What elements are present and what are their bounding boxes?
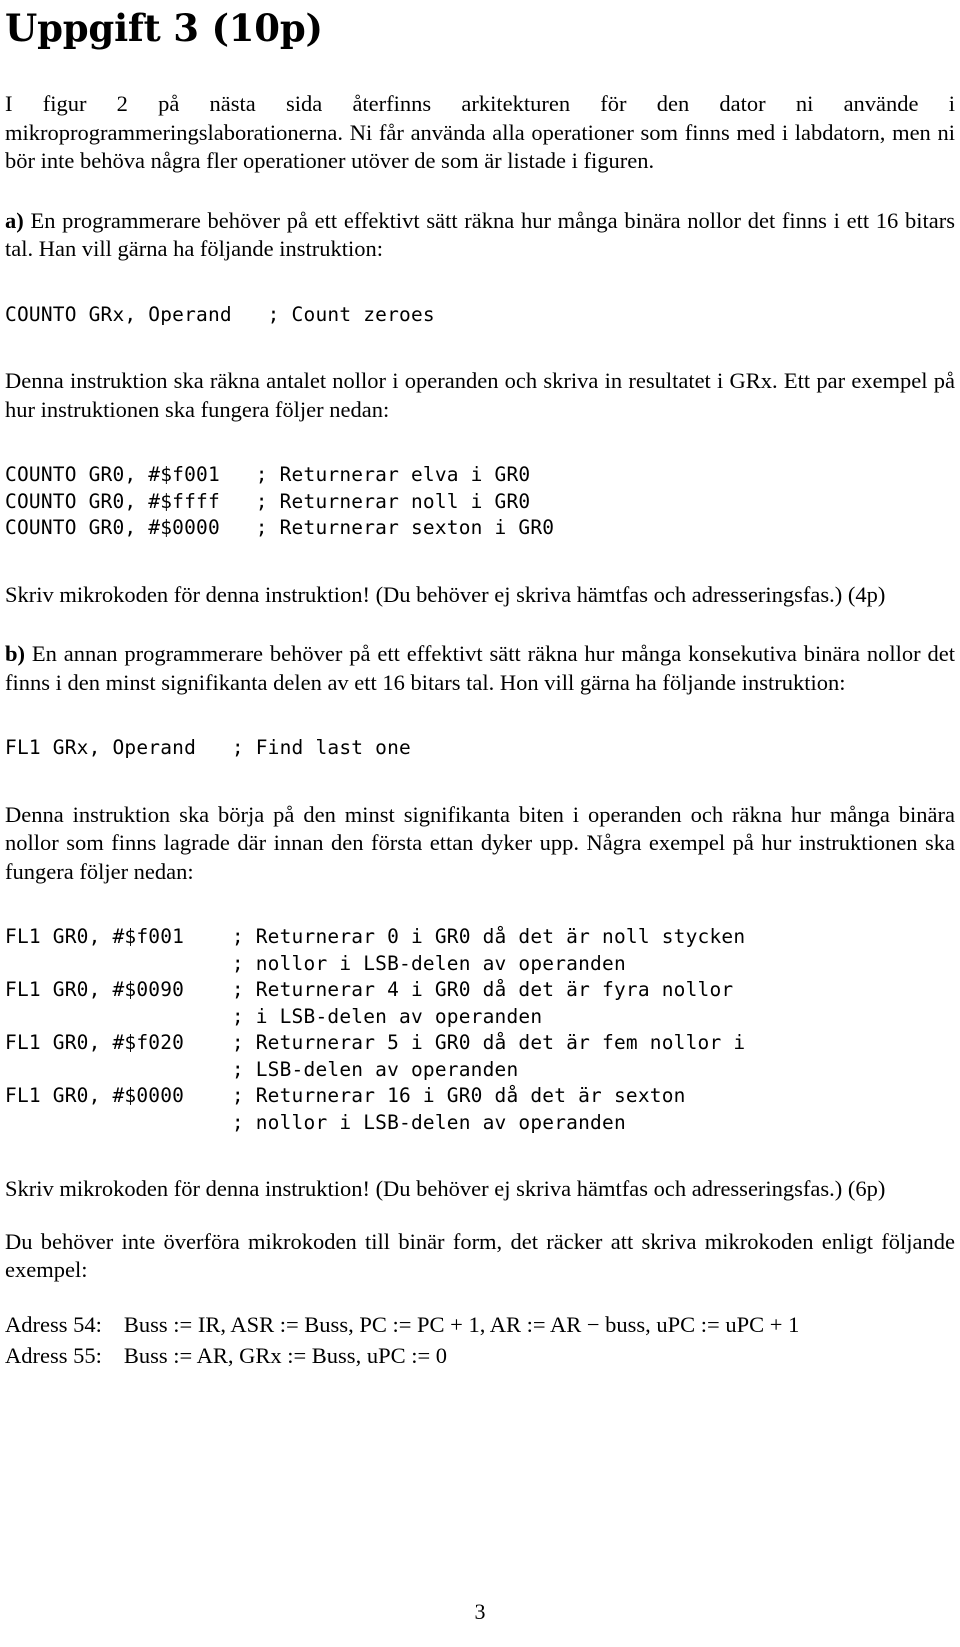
part-a-examples-code: COUNTO GR0, #$f001 ; Returnerar elva i G… [5,463,555,539]
part-a-intro-paragraph: a) En programmerare behöver på ett effek… [5,207,955,264]
closing-note: Du behöver inte överföra mikrokoden till… [5,1228,955,1283]
intro-paragraph: I figur 2 på nästa sida återfinns arkite… [5,91,955,173]
page-title: Uppgift 3 (10p) [5,6,323,50]
part-a-task: Skriv mikrokoden för denna instruktion! … [5,581,886,607]
part-a-instruction-code: COUNTO GRx, Operand ; Count zeroes [5,302,435,326]
microcode-operations: Buss := IR, ASR := Buss, PC := PC + 1, A… [123,1311,800,1337]
part-b-intro-paragraph: b) En annan programmerare behöver på ett… [5,640,955,697]
part-b-intro-text: En annan programmerare behöver på ett ef… [5,641,955,695]
part-b-description: Denna instruktion ska börja på den minst… [5,801,955,884]
part-b-task: Skriv mikrokoden för denna instruktion! … [5,1176,886,1201]
microcode-address-label: Adress 55: [5,1342,102,1368]
part-b-examples-code: FL1 GR0, #$f001 ; Returnerar 0 i GR0 då … [5,925,746,1134]
microcode-example-table: Adress 54: Buss := IR, ASR := Buss, PC :… [5,1309,799,1371]
part-a-marker: a) [5,207,24,233]
microcode-operations: Buss := AR, GRx := Buss, uPC := 0 [123,1342,448,1368]
table-row: Adress 55: Buss := AR, GRx := Buss, uPC … [5,1340,799,1371]
microcode-address-label: Adress 54: [5,1311,102,1337]
part-b-instruction-code: FL1 GRx, Operand ; Find last one [5,736,411,759]
part-b-marker: b) [5,641,26,666]
part-a-description: Denna instruktion ska räkna antalet noll… [5,368,955,422]
page-number: 3 [474,1599,486,1624]
part-a-intro-text: En programmerare behöver på ett effektiv… [5,207,955,262]
microcode-table-body: Adress 54: Buss := IR, ASR := Buss, PC :… [5,1309,799,1371]
exam-page: Uppgift 3 (10p) I figur 2 på nästa sida … [0,0,960,1647]
table-row: Adress 54: Buss := IR, ASR := Buss, PC :… [5,1309,799,1340]
